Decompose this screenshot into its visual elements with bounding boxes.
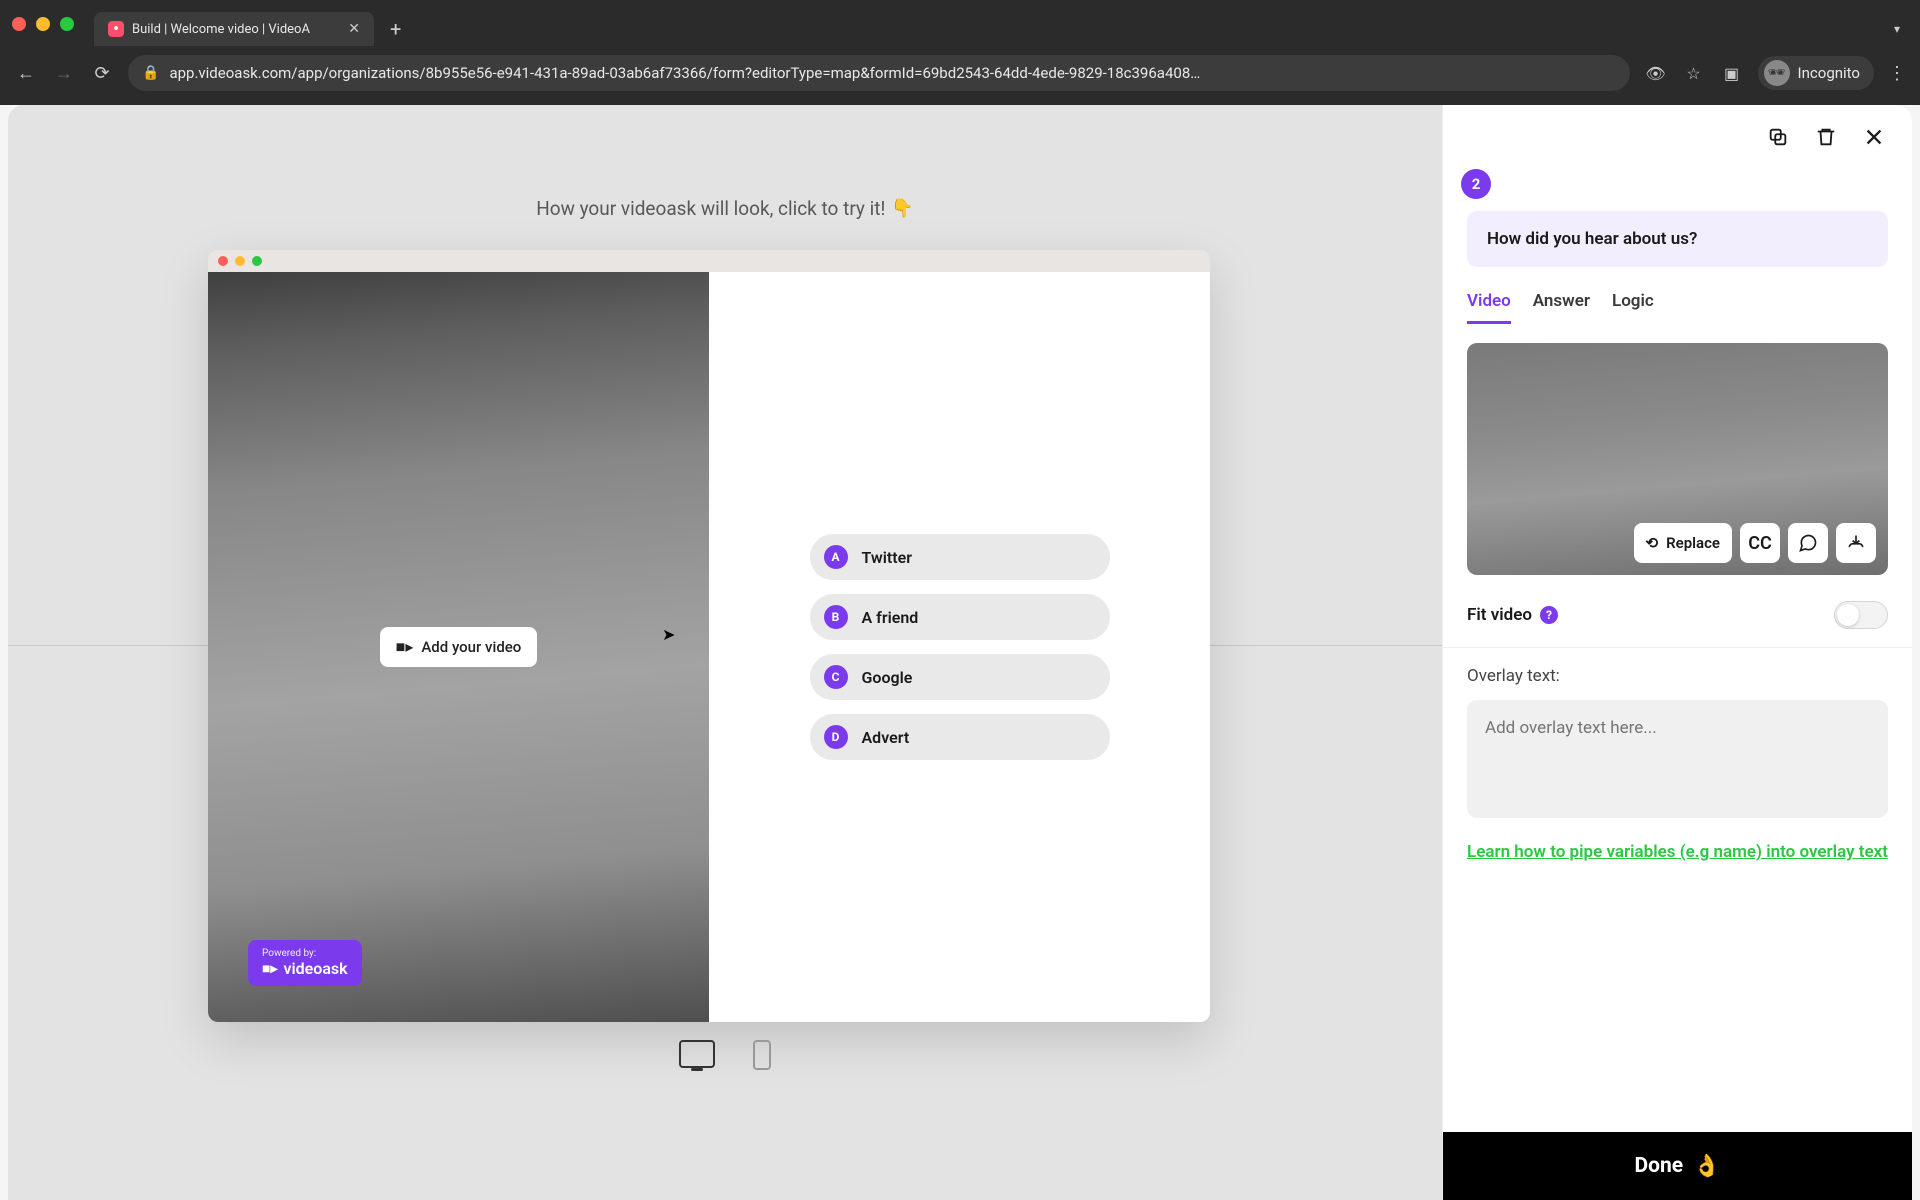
answer-letter-badge: D bbox=[824, 725, 848, 749]
answer-text: A friend bbox=[862, 608, 919, 627]
video-pane[interactable]: ■▸ Add your video Powered by: ■▸ videoas… bbox=[208, 272, 709, 1022]
help-icon[interactable]: ? bbox=[1540, 606, 1558, 624]
url-text: app.videoask.com/app/organizations/8b955… bbox=[169, 64, 1615, 82]
sidebar-tabs: Video Answer Logic bbox=[1443, 273, 1912, 325]
lock-icon: 🔒 bbox=[142, 65, 159, 81]
device-titlebar bbox=[208, 250, 1210, 272]
done-label: Done bbox=[1634, 1154, 1683, 1178]
sidebar-top-actions bbox=[1443, 105, 1912, 159]
tab-overflow-icon[interactable]: ▾ bbox=[1894, 22, 1900, 36]
ok-hand-icon: 👌 bbox=[1693, 1154, 1720, 1179]
add-video-button[interactable]: ■▸ Add your video bbox=[380, 627, 538, 667]
new-tab-button[interactable]: + bbox=[390, 17, 401, 41]
captions-button[interactable]: CC bbox=[1740, 523, 1780, 563]
download-button[interactable] bbox=[1836, 523, 1876, 563]
pointing-down-icon: 👇 bbox=[891, 198, 913, 219]
preview-close-icon bbox=[218, 256, 228, 266]
answer-option-c[interactable]: C Google bbox=[810, 654, 1110, 700]
overlay-text-input[interactable] bbox=[1467, 700, 1888, 818]
step-number-badge: 2 bbox=[1461, 169, 1491, 199]
window-minimize-icon[interactable] bbox=[36, 17, 50, 31]
tab-title: Build | Welcome video | VideoA bbox=[132, 22, 340, 37]
canvas-hint: How your videoask will look, click to tr… bbox=[536, 197, 914, 220]
fit-video-label-group: Fit video ? bbox=[1467, 605, 1558, 625]
done-button[interactable]: Done 👌 bbox=[1443, 1132, 1912, 1200]
answer-text: Twitter bbox=[862, 548, 913, 567]
delete-button[interactable] bbox=[1812, 123, 1840, 151]
powered-by-label: Powered by: bbox=[262, 948, 348, 960]
window-close-icon[interactable] bbox=[12, 17, 26, 31]
answers-pane: A Twitter B A friend C Google D Advert bbox=[709, 272, 1210, 1022]
question-title[interactable]: How did you hear about us? bbox=[1467, 211, 1888, 267]
window-zoom-icon[interactable] bbox=[60, 17, 74, 31]
answer-text: Advert bbox=[862, 728, 910, 747]
back-button[interactable]: ← bbox=[14, 63, 38, 84]
app-content: How your videoask will look, click to tr… bbox=[8, 105, 1912, 1200]
camera-icon: ■▸ bbox=[396, 637, 414, 657]
close-button[interactable] bbox=[1860, 123, 1888, 151]
mobile-preview-button[interactable] bbox=[753, 1040, 771, 1070]
fit-video-setting: Fit video ? bbox=[1443, 575, 1912, 648]
incognito-badge[interactable]: 🕶 Incognito bbox=[1758, 56, 1874, 90]
canvas-hint-text: How your videoask will look, click to tr… bbox=[536, 197, 885, 220]
thumbnail-controls: ⟲ Replace CC bbox=[1634, 523, 1876, 563]
overlay-text-section: Overlay text: Learn how to pipe variable… bbox=[1443, 648, 1912, 883]
device-preview: ■▸ Add your video Powered by: ■▸ videoas… bbox=[208, 250, 1210, 1022]
answer-letter-badge: B bbox=[824, 605, 848, 629]
powered-by-name: videoask bbox=[283, 960, 347, 978]
tab-logic[interactable]: Logic bbox=[1612, 291, 1654, 324]
transcript-button[interactable] bbox=[1788, 523, 1828, 563]
duplicate-button[interactable] bbox=[1764, 123, 1792, 151]
address-bar: ← → ⟳ 🔒 app.videoask.com/app/organizatio… bbox=[0, 48, 1920, 98]
tab-video[interactable]: Video bbox=[1467, 291, 1511, 324]
window-traffic-lights bbox=[12, 17, 86, 31]
answer-option-a[interactable]: A Twitter bbox=[810, 534, 1110, 580]
fit-video-toggle[interactable] bbox=[1834, 601, 1888, 629]
answer-letter-badge: A bbox=[824, 545, 848, 569]
bookmark-icon[interactable]: ☆ bbox=[1682, 64, 1706, 83]
reload-button[interactable]: ⟳ bbox=[90, 63, 114, 84]
browser-menu-icon[interactable]: ⋮ bbox=[1888, 63, 1906, 84]
overlay-label: Overlay text: bbox=[1467, 666, 1888, 686]
tab-favicon-icon bbox=[108, 21, 124, 37]
replace-label: Replace bbox=[1666, 534, 1720, 552]
tab-bar: Build | Welcome video | VideoA ✕ + ▾ bbox=[0, 0, 1920, 48]
answer-option-d[interactable]: D Advert bbox=[810, 714, 1110, 760]
replace-icon: ⟲ bbox=[1646, 534, 1659, 552]
videoask-logo-icon: ■▸ bbox=[262, 961, 277, 977]
replace-button[interactable]: ⟲ Replace bbox=[1634, 523, 1732, 563]
desktop-preview-button[interactable] bbox=[679, 1040, 715, 1068]
preview-zoom-icon bbox=[252, 256, 262, 266]
eye-off-icon[interactable]: 👁 bbox=[1644, 64, 1668, 83]
answer-letter-badge: C bbox=[824, 665, 848, 689]
tab-close-icon[interactable]: ✕ bbox=[348, 21, 360, 37]
sidebar: 2 How did you hear about us? Video Answe… bbox=[1442, 105, 1912, 1200]
powered-by-badge[interactable]: Powered by: ■▸ videoask bbox=[248, 940, 362, 986]
browser-tab[interactable]: Build | Welcome video | VideoA ✕ bbox=[94, 12, 374, 46]
canvas-area: How your videoask will look, click to tr… bbox=[8, 105, 1442, 1200]
url-field[interactable]: 🔒 app.videoask.com/app/organizations/8b9… bbox=[128, 55, 1630, 91]
answer-option-b[interactable]: B A friend bbox=[810, 594, 1110, 640]
preview-minimize-icon bbox=[235, 256, 245, 266]
device-body: ■▸ Add your video Powered by: ■▸ videoas… bbox=[208, 272, 1210, 1022]
device-toggle bbox=[679, 1040, 771, 1070]
answer-text: Google bbox=[862, 668, 913, 687]
tab-answer[interactable]: Answer bbox=[1533, 291, 1590, 324]
fit-video-label: Fit video bbox=[1467, 605, 1532, 625]
panel-icon[interactable]: ▣ bbox=[1720, 64, 1744, 83]
add-video-label: Add your video bbox=[421, 638, 521, 656]
video-thumbnail[interactable]: ⟲ Replace CC bbox=[1467, 343, 1888, 575]
incognito-label: Incognito bbox=[1798, 64, 1860, 82]
learn-variables-link[interactable]: Learn how to pipe variables (e.g name) i… bbox=[1467, 840, 1888, 865]
browser-chrome: Build | Welcome video | VideoA ✕ + ▾ ← →… bbox=[0, 0, 1920, 105]
incognito-icon: 🕶 bbox=[1764, 60, 1790, 86]
forward-button[interactable]: → bbox=[52, 63, 76, 84]
